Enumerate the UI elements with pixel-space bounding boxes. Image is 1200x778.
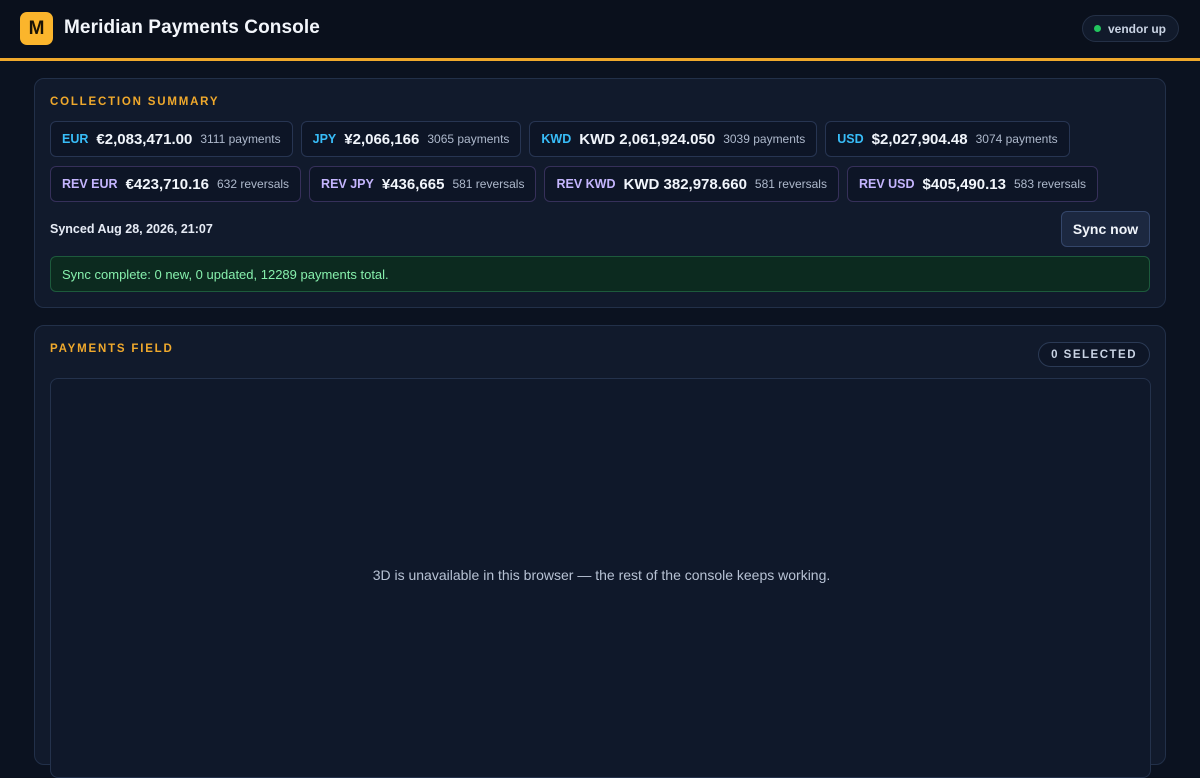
app-title: Meridian Payments Console	[64, 17, 320, 38]
chip-code: USD	[837, 132, 864, 146]
payments-field-title: PAYMENTS FIELD	[50, 343, 174, 355]
collection-summary-card: COLLECTION SUMMARY EUR €2,083,471.00 311…	[34, 78, 1166, 308]
3d-unavailable-message: 3D is unavailable in this browser — the …	[372, 567, 831, 583]
chip-code: KWD	[541, 132, 572, 146]
vendor-status-label: vendor up	[1107, 21, 1166, 36]
chip-code: REV USD	[858, 177, 915, 191]
chip-count: 632 reversals	[217, 177, 290, 191]
chip-amount: €423,710.16	[125, 175, 209, 193]
chip-amount: KWD 382,978.660	[623, 175, 747, 193]
payments-field-card: PAYMENTS FIELD 0 SELECTED 3D is unavaila…	[34, 325, 1166, 778]
chip-amount: ¥436,665	[381, 175, 445, 193]
selected-count-badge: 0 SELECTED	[1038, 342, 1150, 367]
collection-chip-usd: USD $2,027,904.48 3074 payments	[825, 121, 1070, 157]
collection-chip-eur: EUR €2,083,471.00 3111 payments	[50, 121, 293, 157]
chip-count: 581 reversals	[452, 177, 525, 191]
collection-summary-title: COLLECTION SUMMARY	[50, 96, 220, 108]
chip-count: 583 reversals	[1013, 177, 1087, 191]
reversals-row: REV EUR €423,710.16 632 reversals REV JP…	[50, 166, 1099, 202]
reversal-chip-jpy: REV JPY ¥436,665 581 reversals	[309, 166, 537, 202]
reversal-chip-kwd: REV KWD KWD 382,978.660 581 reversals	[544, 166, 839, 202]
reversal-chip-usd: REV USD $405,490.13 583 reversals	[846, 166, 1099, 202]
payments-3d-viewport[interactable]: 3D is unavailable in this browser — the …	[50, 378, 1151, 778]
chip-count: 3065 payments	[427, 132, 510, 146]
chip-count: 3039 payments	[723, 132, 806, 146]
chip-amount: €2,083,471.00	[96, 130, 193, 148]
collections-row: EUR €2,083,471.00 3111 payments JPY ¥2,0…	[50, 121, 1070, 157]
collection-chip-jpy: JPY ¥2,066,166 3065 payments	[300, 121, 522, 157]
collection-chip-kwd: KWD KWD 2,061,924.050 3039 payments	[529, 121, 818, 157]
chip-count: 3074 payments	[975, 132, 1058, 146]
chip-code: REV KWD	[556, 177, 616, 191]
chip-code: EUR	[62, 132, 89, 146]
chip-count: 3111 payments	[200, 132, 281, 146]
chip-amount: KWD 2,061,924.050	[579, 130, 716, 148]
reversal-chip-eur: REV EUR €423,710.16 632 reversals	[50, 166, 302, 202]
app-logo: M	[20, 12, 53, 45]
chip-count: 581 reversals	[754, 177, 827, 191]
sync-status-message: Sync complete: 0 new, 0 updated, 12289 p…	[50, 256, 1150, 292]
chip-code: REV JPY	[321, 177, 374, 191]
vendor-status-badge: vendor up	[1081, 15, 1179, 42]
chip-code: REV EUR	[62, 177, 118, 191]
chip-amount: $2,027,904.48	[871, 130, 968, 148]
chip-amount: $405,490.13	[922, 175, 1006, 193]
last-synced-text: Synced Aug 28, 2026, 21:07	[50, 222, 213, 236]
top-bar: M Meridian Payments Console vendor up	[0, 0, 1200, 61]
chip-code: JPY	[312, 132, 337, 146]
status-dot-icon	[1093, 25, 1101, 32]
sync-now-button[interactable]: Sync now	[1061, 211, 1150, 247]
chip-amount: ¥2,066,166	[344, 130, 420, 148]
